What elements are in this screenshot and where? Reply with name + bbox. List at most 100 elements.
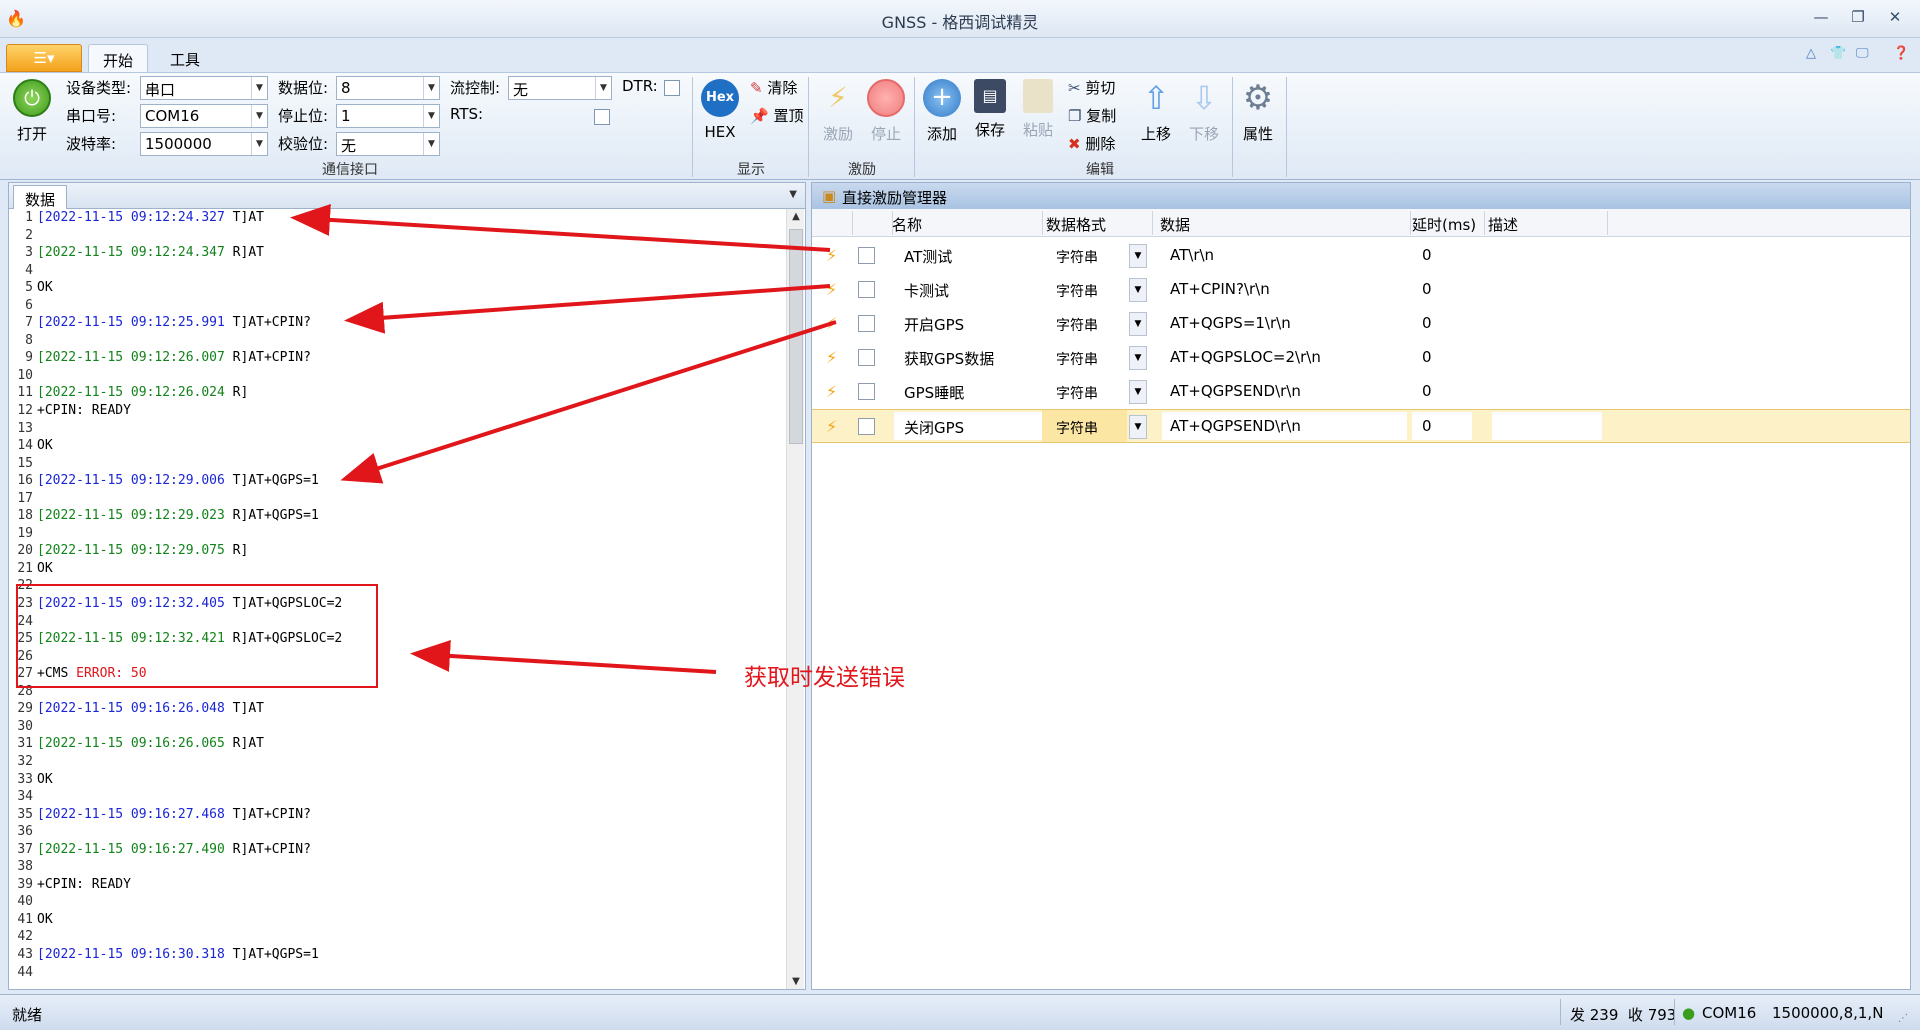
row-format[interactable]: 字符串	[1056, 418, 1098, 438]
desc-field[interactable]	[1492, 412, 1602, 440]
row-name[interactable]: 获取GPS数据	[904, 348, 994, 369]
clear-button[interactable]: ✎ 清除	[750, 77, 797, 98]
chevron-down-icon[interactable]: ▼	[1129, 415, 1147, 439]
tab-start[interactable]: 开始	[88, 44, 149, 72]
tab-data[interactable]: 数据	[13, 185, 67, 209]
save-button[interactable]: ▤ 保存	[968, 79, 1012, 140]
lightning-icon[interactable]: ⚡	[826, 417, 838, 436]
col-delay[interactable]: 延时(ms)	[1412, 214, 1476, 235]
vertical-scrollbar[interactable]: ▲ ▼	[786, 209, 804, 989]
line-number: 31	[17, 736, 33, 752]
move-down-button[interactable]: ⇩ 下移	[1182, 79, 1226, 144]
row-data[interactable]: AT+CPIN?\r\n	[1170, 280, 1270, 298]
row-delay[interactable]: 0	[1422, 314, 1432, 332]
lightning-icon[interactable]: ⚡	[826, 382, 838, 401]
pin-top-button[interactable]: 📌 置顶	[750, 105, 803, 126]
resize-grip-icon[interactable]: ⋰	[1898, 1013, 1908, 1024]
lightning-icon[interactable]: ⚡	[826, 348, 838, 367]
hex-button[interactable]: Hex HEX	[700, 79, 740, 141]
flow-combo[interactable]: 无 ▼	[508, 76, 612, 100]
rts-checkbox[interactable]	[594, 109, 610, 125]
parity-combo[interactable]: 无 ▼	[336, 132, 440, 156]
row-format[interactable]: 字符串	[1056, 315, 1098, 335]
tab-tools[interactable]: 工具	[156, 44, 214, 72]
row-delay[interactable]: 0	[1422, 280, 1432, 298]
scroll-up-icon[interactable]: ▲	[787, 211, 805, 222]
add-button[interactable]: + 添加	[920, 79, 964, 144]
chevron-down-icon[interactable]: ▼	[1129, 312, 1147, 336]
properties-button[interactable]: ⚙ 属性	[1236, 79, 1280, 144]
col-format[interactable]: 数据格式	[1046, 214, 1106, 235]
move-up-button[interactable]: ⇧ 上移	[1134, 79, 1178, 144]
scroll-down-icon[interactable]: ▼	[787, 976, 805, 987]
skin-icon[interactable]: 👕	[1830, 46, 1846, 61]
col-data[interactable]: 数据	[1160, 214, 1190, 235]
chevron-down-icon[interactable]: ▼	[1129, 244, 1147, 268]
dtr-checkbox[interactable]	[664, 80, 680, 96]
lightning-icon[interactable]: ⚡	[826, 280, 838, 299]
row-format[interactable]: 字符串	[1056, 349, 1098, 369]
baud-combo[interactable]: 1500000 ▼	[140, 132, 268, 156]
row-delay[interactable]: 0	[1422, 382, 1432, 400]
row-data[interactable]: AT+QGPS=1\r\n	[1170, 314, 1291, 332]
stop-button[interactable]: 停止	[864, 79, 908, 144]
row-delay[interactable]: 0	[1422, 348, 1432, 366]
stimulate-button[interactable]: ⚡ 激励	[816, 79, 860, 144]
stopbits-combo[interactable]: 1 ▼	[336, 104, 440, 128]
row-name[interactable]: 关闭GPS	[904, 417, 964, 438]
lightning-icon[interactable]: ⚡	[826, 314, 838, 333]
chevron-down-icon[interactable]: ▼	[789, 189, 797, 200]
row-checkbox[interactable]	[858, 315, 875, 332]
row-name[interactable]: 开启GPS	[904, 314, 964, 335]
row-format[interactable]: 字符串	[1056, 383, 1098, 403]
restore-icon[interactable]: ❐	[1845, 8, 1871, 30]
row-checkbox[interactable]	[858, 247, 875, 264]
row-name[interactable]: AT测试	[904, 246, 952, 267]
stimulus-row[interactable]: ⚡ 开启GPS 字符串 ▼ AT+QGPS=1\r\n 0	[812, 307, 1910, 341]
app-menu-button[interactable]: ☰▾	[6, 44, 82, 72]
row-name[interactable]: GPS睡眠	[904, 382, 964, 403]
line-number: 33	[17, 771, 33, 787]
row-checkbox[interactable]	[858, 349, 875, 366]
open-button[interactable]: ⏻ 打开	[10, 79, 54, 144]
col-name[interactable]: 名称	[892, 214, 922, 235]
chevron-down-icon[interactable]: ▼	[1129, 346, 1147, 370]
collapse-ribbon-icon[interactable]: △	[1806, 46, 1816, 61]
scroll-thumb[interactable]	[789, 229, 803, 444]
row-name[interactable]: 卡测试	[904, 280, 949, 301]
stimulus-row[interactable]: ⚡ 卡测试 字符串 ▼ AT+CPIN?\r\n 0	[812, 273, 1910, 307]
cut-button[interactable]: ✂ 剪切	[1068, 77, 1115, 98]
stimulus-row[interactable]: ⚡ 获取GPS数据 字符串 ▼ AT+QGPSLOC=2\r\n 0	[812, 341, 1910, 375]
lightning-icon[interactable]: ⚡	[826, 246, 838, 265]
stimulus-row[interactable]: ⚡ 关闭GPS 字符串 ▼ AT+QGPSEND\r\n 0	[812, 409, 1910, 443]
line-number: 17	[17, 490, 33, 506]
stimulus-row[interactable]: ⚡ AT测试 字符串 ▼ AT\r\n 0	[812, 239, 1910, 273]
row-data[interactable]: AT+QGPSEND\r\n	[1170, 417, 1301, 435]
log-line: 29 [2022-11-15 09:16:26.048 T]AT	[9, 700, 785, 718]
row-delay[interactable]: 0	[1422, 417, 1432, 435]
chevron-down-icon[interactable]: ▼	[1129, 278, 1147, 302]
row-checkbox[interactable]	[858, 383, 875, 400]
line-number: 20	[17, 543, 33, 559]
paste-button[interactable]: 粘贴	[1016, 79, 1060, 140]
row-data[interactable]: AT+QGPSLOC=2\r\n	[1170, 348, 1321, 366]
close-icon[interactable]: ✕	[1882, 8, 1908, 30]
screen-icon[interactable]: 🖵	[1856, 46, 1869, 61]
row-format[interactable]: 字符串	[1056, 281, 1098, 301]
copy-button[interactable]: ❐ 复制	[1068, 105, 1116, 126]
row-data[interactable]: AT\r\n	[1170, 246, 1214, 264]
help-icon[interactable]: ❓	[1893, 46, 1909, 61]
port-combo[interactable]: COM16 ▼	[140, 104, 268, 128]
stimulus-row[interactable]: ⚡ GPS睡眠 字符串 ▼ AT+QGPSEND\r\n 0	[812, 375, 1910, 409]
col-desc[interactable]: 描述	[1488, 214, 1518, 235]
device-type-combo[interactable]: 串口 ▼	[140, 76, 268, 100]
chevron-down-icon[interactable]: ▼	[1129, 380, 1147, 404]
databits-combo[interactable]: 8 ▼	[336, 76, 440, 100]
row-delay[interactable]: 0	[1422, 246, 1432, 264]
row-checkbox[interactable]	[858, 418, 875, 435]
row-checkbox[interactable]	[858, 281, 875, 298]
row-data[interactable]: AT+QGPSEND\r\n	[1170, 382, 1301, 400]
delete-button[interactable]: ✖ 删除	[1068, 133, 1115, 154]
minimize-icon[interactable]: —	[1808, 8, 1834, 30]
row-format[interactable]: 字符串	[1056, 247, 1098, 267]
